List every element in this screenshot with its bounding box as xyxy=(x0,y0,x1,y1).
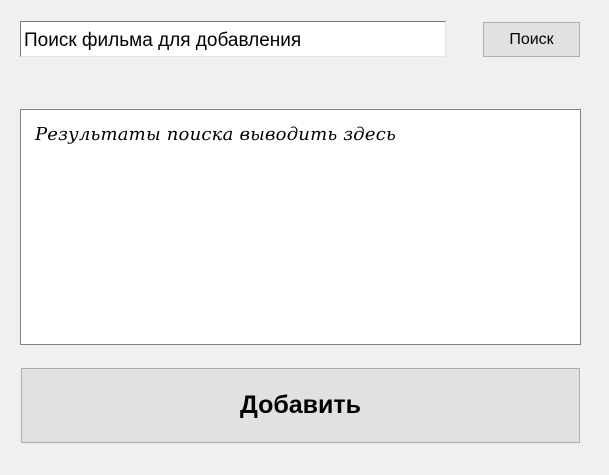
results-placeholder-text: Результаты поиска выводить здесь xyxy=(35,124,397,145)
search-results-list[interactable]: Результаты поиска выводить здесь xyxy=(20,109,581,345)
search-button[interactable]: Поиск xyxy=(483,22,580,57)
add-button[interactable]: Добавить xyxy=(21,368,580,443)
search-input[interactable] xyxy=(20,21,446,57)
